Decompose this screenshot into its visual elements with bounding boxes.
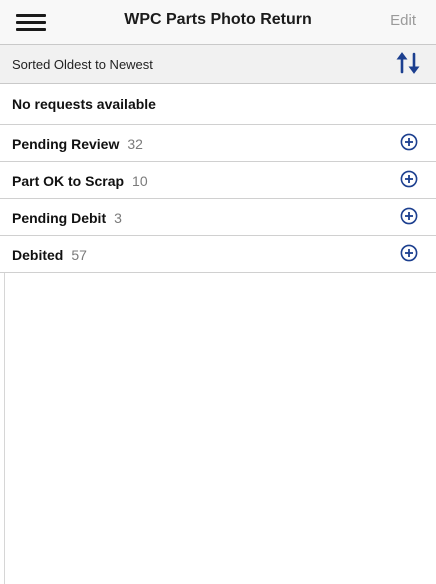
- section-pending-review[interactable]: Pending Review 32: [0, 125, 436, 162]
- section-title: Pending Review: [12, 136, 120, 152]
- section-count: 57: [71, 247, 87, 263]
- edit-button[interactable]: Edit: [390, 12, 416, 29]
- section-label: Pending Review 32: [12, 136, 143, 152]
- sort-arrows-icon[interactable]: [394, 51, 422, 75]
- expand-plus-icon[interactable]: [400, 244, 418, 262]
- expand-plus-icon[interactable]: [400, 133, 418, 151]
- section-label: Pending Debit 3: [12, 210, 122, 226]
- section-title: Pending Debit: [12, 210, 107, 226]
- section-label: Debited 57: [12, 247, 87, 263]
- section-title: Part OK to Scrap: [12, 173, 125, 189]
- section-pending-debit[interactable]: Pending Debit 3: [0, 199, 436, 236]
- section-count: 32: [127, 136, 143, 152]
- section-count: 10: [132, 173, 148, 189]
- empty-state: No requests available: [0, 84, 436, 125]
- sort-label: Sorted Oldest to Newest: [12, 57, 153, 72]
- section-part-ok-to-scrap[interactable]: Part OK to Scrap 10: [0, 162, 436, 199]
- section-count: 3: [114, 210, 122, 226]
- navigation-bar: WPC Parts Photo Return Edit: [0, 0, 436, 45]
- expand-plus-icon[interactable]: [400, 170, 418, 188]
- section-title: Debited: [12, 247, 64, 263]
- empty-message: No requests available: [12, 96, 156, 112]
- section-debited[interactable]: Debited 57: [0, 236, 436, 273]
- sort-bar: Sorted Oldest to Newest: [0, 45, 436, 84]
- section-label: Part OK to Scrap 10: [12, 173, 148, 189]
- page-title: WPC Parts Photo Return: [124, 11, 312, 28]
- expand-plus-icon[interactable]: [400, 207, 418, 225]
